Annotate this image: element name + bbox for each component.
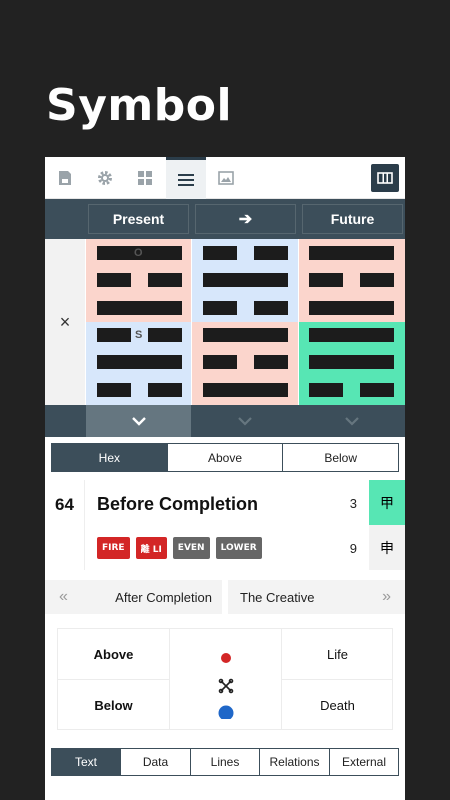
present-lower-trigram[interactable]: S: [86, 322, 191, 405]
comparison-header: Present ➔ Future: [45, 199, 405, 239]
future-upper-trigram[interactable]: [299, 239, 405, 322]
expand-row: [45, 405, 405, 437]
tab-below[interactable]: Below: [282, 444, 399, 471]
middle-lower-trigram[interactable]: [192, 322, 298, 405]
solid-line: [203, 328, 288, 342]
badge-parity: EVEN: [172, 537, 210, 559]
content-tabs: Text Data Lines Relations External: [51, 748, 399, 776]
lower-branch-char: 申: [369, 525, 405, 570]
grid-icon[interactable]: [125, 157, 165, 199]
double-chevron-left-icon: «: [59, 588, 68, 605]
above-label[interactable]: Above: [58, 629, 170, 680]
broken-line-left: [203, 246, 237, 260]
menu-icon[interactable]: [166, 157, 206, 199]
blue-dot-icon: [218, 705, 233, 719]
chevron-down-icon[interactable]: [86, 405, 191, 437]
future-label[interactable]: Future: [302, 204, 403, 234]
death-label[interactable]: Death: [282, 680, 393, 730]
broken-line-left: [97, 383, 131, 397]
red-dot-icon: [220, 653, 231, 663]
solid-line: [309, 301, 394, 315]
tab-external[interactable]: External: [329, 749, 398, 775]
tab-text[interactable]: Text: [52, 749, 120, 775]
changing-line-marker: S: [135, 329, 143, 341]
broken-line-left: [309, 273, 343, 287]
broken-line-left: [203, 355, 237, 369]
hexagram-name: Before Completion: [97, 494, 259, 514]
chevron-down-icon[interactable]: [299, 405, 405, 437]
app-screen: Present ➔ Future × O S Hex Above Below 6…: [45, 157, 405, 800]
hexagram-info: 64 Before Completion FIRE 離 LI EVEN LOWE…: [45, 480, 405, 570]
solid-line: [97, 301, 182, 315]
tab-relations[interactable]: Relations: [259, 749, 329, 775]
broken-line-right: [360, 273, 394, 287]
tab-above[interactable]: Above: [166, 444, 283, 471]
below-label[interactable]: Below: [58, 680, 170, 730]
save-icon[interactable]: [45, 157, 85, 199]
solid-line: [309, 246, 394, 260]
badge-element: FIRE: [97, 537, 130, 559]
solid-line: [203, 383, 288, 397]
solid-line: [309, 328, 394, 342]
page-headline: Symbol: [46, 80, 233, 131]
solid-line: [203, 273, 288, 287]
broken-line-left: [97, 273, 131, 287]
present-label[interactable]: Present: [88, 204, 189, 234]
hexagram-number: 64: [45, 480, 85, 570]
badge-position: LOWER: [215, 537, 262, 559]
lower-count: 9: [349, 541, 357, 556]
toolbar: [45, 157, 405, 199]
life-label[interactable]: Life: [282, 629, 393, 680]
present-upper-trigram[interactable]: O: [86, 239, 191, 322]
upper-stem-char: 甲: [369, 480, 405, 525]
gear-icon[interactable]: [85, 157, 125, 199]
broken-line-right: [360, 383, 394, 397]
middle-upper-trigram[interactable]: [192, 239, 298, 322]
exchange-icon: [218, 678, 233, 694]
broken-line-left: [97, 328, 131, 342]
previous-hexagram-button[interactable]: « After Completion: [45, 580, 222, 614]
solid-line: [309, 355, 394, 369]
tab-hex[interactable]: Hex: [52, 444, 167, 471]
columns-icon[interactable]: [371, 164, 399, 192]
changing-line-marker: O: [134, 247, 143, 259]
broken-line-right: [148, 273, 182, 287]
next-hexagram-button[interactable]: The Creative »: [228, 580, 405, 614]
broken-line-right: [148, 328, 182, 342]
close-icon[interactable]: ×: [45, 239, 85, 405]
badge-list: FIRE 離 LI EVEN LOWER: [97, 537, 262, 559]
double-chevron-right-icon: »: [382, 588, 391, 605]
upper-count: 3: [349, 496, 357, 511]
arrow-right-icon[interactable]: ➔: [195, 204, 296, 234]
broken-line-right: [148, 383, 182, 397]
view-tabs: Hex Above Below: [51, 443, 399, 472]
tab-lines[interactable]: Lines: [190, 749, 259, 775]
broken-line-right: [254, 301, 288, 315]
next-hexagram-label: The Creative: [240, 589, 315, 605]
broken-line-right: [254, 246, 288, 260]
badge-trigram: 離 LI: [135, 537, 167, 559]
broken-line-left: [203, 301, 237, 315]
future-lower-trigram[interactable]: [299, 322, 405, 405]
previous-hexagram-label: After Completion: [115, 589, 212, 605]
chevron-down-icon[interactable]: [192, 405, 298, 437]
broken-line-left: [309, 383, 343, 397]
broken-line-right: [254, 355, 288, 369]
image-icon[interactable]: [206, 157, 246, 199]
tab-data[interactable]: Data: [120, 749, 190, 775]
solid-line: [97, 355, 182, 369]
relations-grid: Above Below Life Death: [57, 628, 393, 730]
relation-diagram: [170, 629, 282, 729]
